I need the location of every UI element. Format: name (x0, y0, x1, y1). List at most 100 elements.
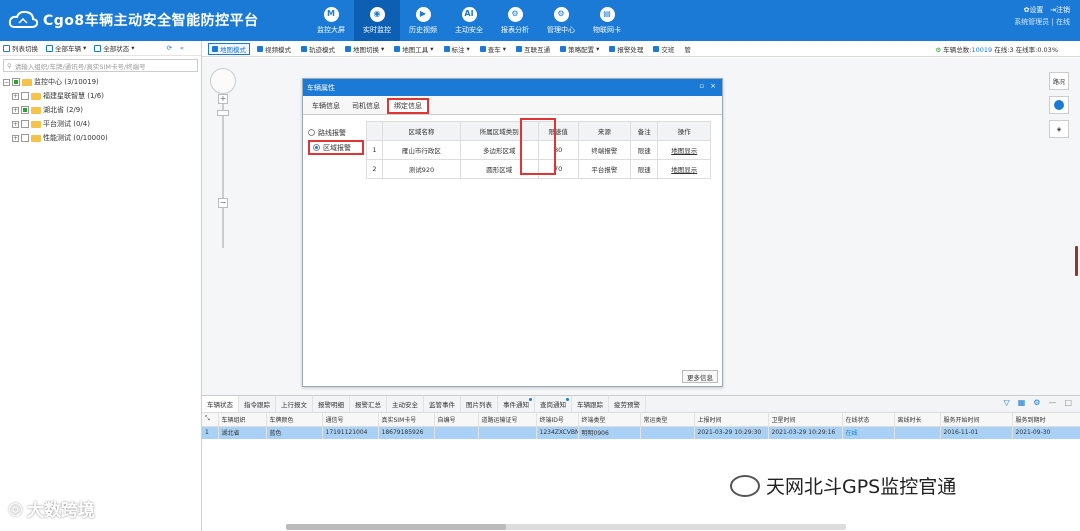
pan-control[interactable] (210, 68, 236, 94)
all-status-dropdown[interactable]: 全部状态 ▾ (94, 43, 135, 53)
tree-checkbox[interactable] (21, 106, 29, 114)
export-icon[interactable]: ▦ (1018, 398, 1026, 407)
folder-icon (31, 134, 41, 142)
folder-icon (22, 78, 32, 86)
expand-node-icon[interactable]: + (12, 134, 19, 142)
tab-binding-info[interactable]: 绑定信息 (387, 98, 429, 114)
tab-vehicle-tracking[interactable]: 车辆跟踪 (572, 396, 609, 412)
tab-command-tracking[interactable]: 指令跟踪 (239, 396, 276, 412)
track-mode-button[interactable]: 轨迹模式 (298, 43, 338, 55)
switch-icon (345, 45, 351, 52)
tree-node-root[interactable]: − 监控中心 (3/10019) (3, 75, 201, 89)
zoom-slider-handle[interactable] (217, 110, 229, 116)
maximize-icon[interactable]: □ (1064, 398, 1072, 407)
collapse-icon[interactable]: « (180, 44, 184, 52)
tree-checkbox[interactable] (21, 134, 29, 142)
dialog-title: 车辆属性 (307, 83, 335, 92)
manage-button[interactable]: 管 (681, 43, 694, 55)
user-status[interactable]: 系统管理员 | 在线 (1014, 16, 1070, 28)
tab-vehicle-info[interactable]: 车辆信息 (307, 98, 345, 114)
expand-node-icon[interactable]: + (12, 92, 19, 100)
nav-active-safety[interactable]: AI 主动安全 (446, 0, 492, 41)
map-display-link[interactable]: 地图显示 (657, 159, 711, 179)
video-mode-button[interactable]: 视频模式 (254, 43, 294, 55)
map-marker[interactable] (1075, 246, 1078, 276)
list-toggle-button[interactable]: 列表切换 (3, 43, 38, 53)
nav-monitor-screen[interactable]: M 监控大屏 (308, 0, 354, 41)
minimize-icon[interactable]: — (1048, 398, 1056, 407)
gear-icon[interactable]: ⚙ (1033, 398, 1040, 407)
traffic-button[interactable]: 路况 (1049, 72, 1069, 90)
tree-node[interactable]: + 湖北省 (2/9) (3, 103, 201, 117)
tree-node[interactable]: + 性能测试 (0/10000) (3, 131, 201, 145)
minimize-icon[interactable]: ▫ (699, 82, 704, 90)
find-vehicle-dropdown[interactable]: 查车 ▾ (477, 43, 509, 55)
tab-alarm-summary[interactable]: 报警汇总 (350, 396, 387, 412)
speed-limit-highlight (520, 118, 556, 175)
shift-handover-button[interactable]: 交班 (650, 43, 677, 55)
alarm-handling-button[interactable]: 报警处理 (606, 43, 646, 55)
nav-management-center[interactable]: ⚙ 管理中心 (538, 0, 584, 41)
collapse-node-icon[interactable]: − (3, 78, 10, 86)
expand-node-icon[interactable]: + (12, 120, 19, 128)
car-icon (46, 44, 53, 52)
resize-icon: ⤡ (202, 413, 219, 427)
tree-node[interactable]: + 平台测试 (0/4) (3, 117, 201, 131)
tree-checkbox[interactable] (21, 92, 29, 100)
tab-active-safety[interactable]: 主动安全 (387, 396, 424, 412)
table-row[interactable]: 1 湖北省 蓝色 17191121004 18679185926 1234ZXC… (202, 426, 1080, 439)
layers-icon[interactable]: ◈ (1049, 120, 1069, 138)
tab-vehicle-status[interactable]: 车辆状态 (202, 396, 239, 412)
scrollbar-thumb[interactable] (286, 524, 506, 530)
tab-alarm-detail[interactable]: 报警明细 (313, 396, 350, 412)
area-alarm-radio[interactable]: 区域报警 (308, 140, 364, 155)
annotate-dropdown[interactable]: 标注 ▾ (441, 43, 473, 55)
nav-iot-card[interactable]: ▤ 物联网卡 (584, 0, 630, 41)
route-alarm-radio[interactable]: 路线报警 (308, 125, 364, 140)
settings-link[interactable]: ✿设置 (1024, 6, 1044, 14)
map-switch-dropdown[interactable]: 地图切换 ▾ (342, 43, 387, 55)
tab-fatigue-warning[interactable]: 疲劳预警 (609, 396, 646, 412)
vehicle-search-input[interactable]: ⚲ 请输入组织/车牌/通讯号/真实SIM卡号/终端号 (3, 59, 198, 72)
refresh-icon[interactable]: ⟳ (167, 44, 172, 52)
sim-card-icon: ▤ (599, 6, 615, 22)
folder-icon (31, 92, 41, 100)
map-display-link[interactable]: 地图显示 (657, 140, 711, 160)
bottom-tabs: 车辆状态 指令跟踪 上行报文 报警明细 报警汇总 主动安全 监管事件 图片列表 … (202, 396, 1080, 413)
main-nav: M 监控大屏 ◉ 实时监控 ▶ 历史视频 AI 主动安全 ⚙ 报表分析 ⚙ 管理中心 ▤ 物联… (308, 0, 630, 41)
tab-supervision-events[interactable]: 监管事件 (424, 396, 461, 412)
nav-history-video[interactable]: ▶ 历史视频 (400, 0, 446, 41)
tree-node[interactable]: + 福建星联智慧 (1/6) (3, 89, 201, 103)
expand-node-icon[interactable]: + (12, 106, 19, 114)
tab-event-notice[interactable]: 事件通知 (498, 396, 535, 412)
satellite-icon[interactable] (1049, 96, 1069, 114)
left-panel: 列表切换 全部车辆 ▾ 全部状态 ▾ ⟳ « ⚲ 请输入组织/车牌/通讯号/真实S… (0, 41, 202, 531)
zoom-slider-track[interactable] (222, 98, 224, 248)
interconnect-button[interactable]: 互联互通 (513, 43, 553, 55)
nav-report-analysis[interactable]: ⚙ 报表分析 (492, 0, 538, 41)
horizontal-scrollbar[interactable] (286, 524, 846, 530)
zoom-out-button[interactable]: − (218, 198, 228, 208)
tree-checkbox[interactable] (21, 120, 29, 128)
map-mode-button[interactable]: 地图模式 (208, 42, 250, 55)
dialog-tabs: 车辆信息 司机信息 绑定信息 (303, 96, 722, 115)
pin-icon (443, 45, 450, 52)
map-tools-dropdown[interactable]: 地图工具 ▾ (391, 43, 436, 55)
logout-link[interactable]: ⇥注销 (1050, 6, 1070, 14)
more-info-button[interactable]: 更多信息 (682, 370, 718, 383)
nav-realtime-monitor[interactable]: ◉ 实时监控 (354, 0, 400, 41)
tab-image-list[interactable]: 图片列表 (461, 396, 498, 412)
tab-driver-info[interactable]: 司机信息 (347, 98, 385, 114)
tab-inspection-notice[interactable]: 查岗通知 (535, 396, 572, 412)
zoom-in-button[interactable]: + (218, 94, 228, 104)
col-source: 来源 (577, 121, 632, 141)
strategy-config-dropdown[interactable]: 策略配置 ▾ (557, 43, 602, 55)
folder-icon (31, 120, 41, 128)
ai-shield-icon: AI (461, 6, 477, 22)
close-icon[interactable]: × (710, 82, 716, 90)
tree-checkbox[interactable] (12, 78, 20, 86)
vehicle-stats: ⚙ 车辆总数:10019 在线:3 在线率:0.03% (935, 46, 1058, 54)
tab-uplink-message[interactable]: 上行报文 (276, 396, 313, 412)
all-vehicles-dropdown[interactable]: 全部车辆 ▾ (46, 43, 86, 53)
filter-icon[interactable]: ▽ (1004, 398, 1010, 407)
